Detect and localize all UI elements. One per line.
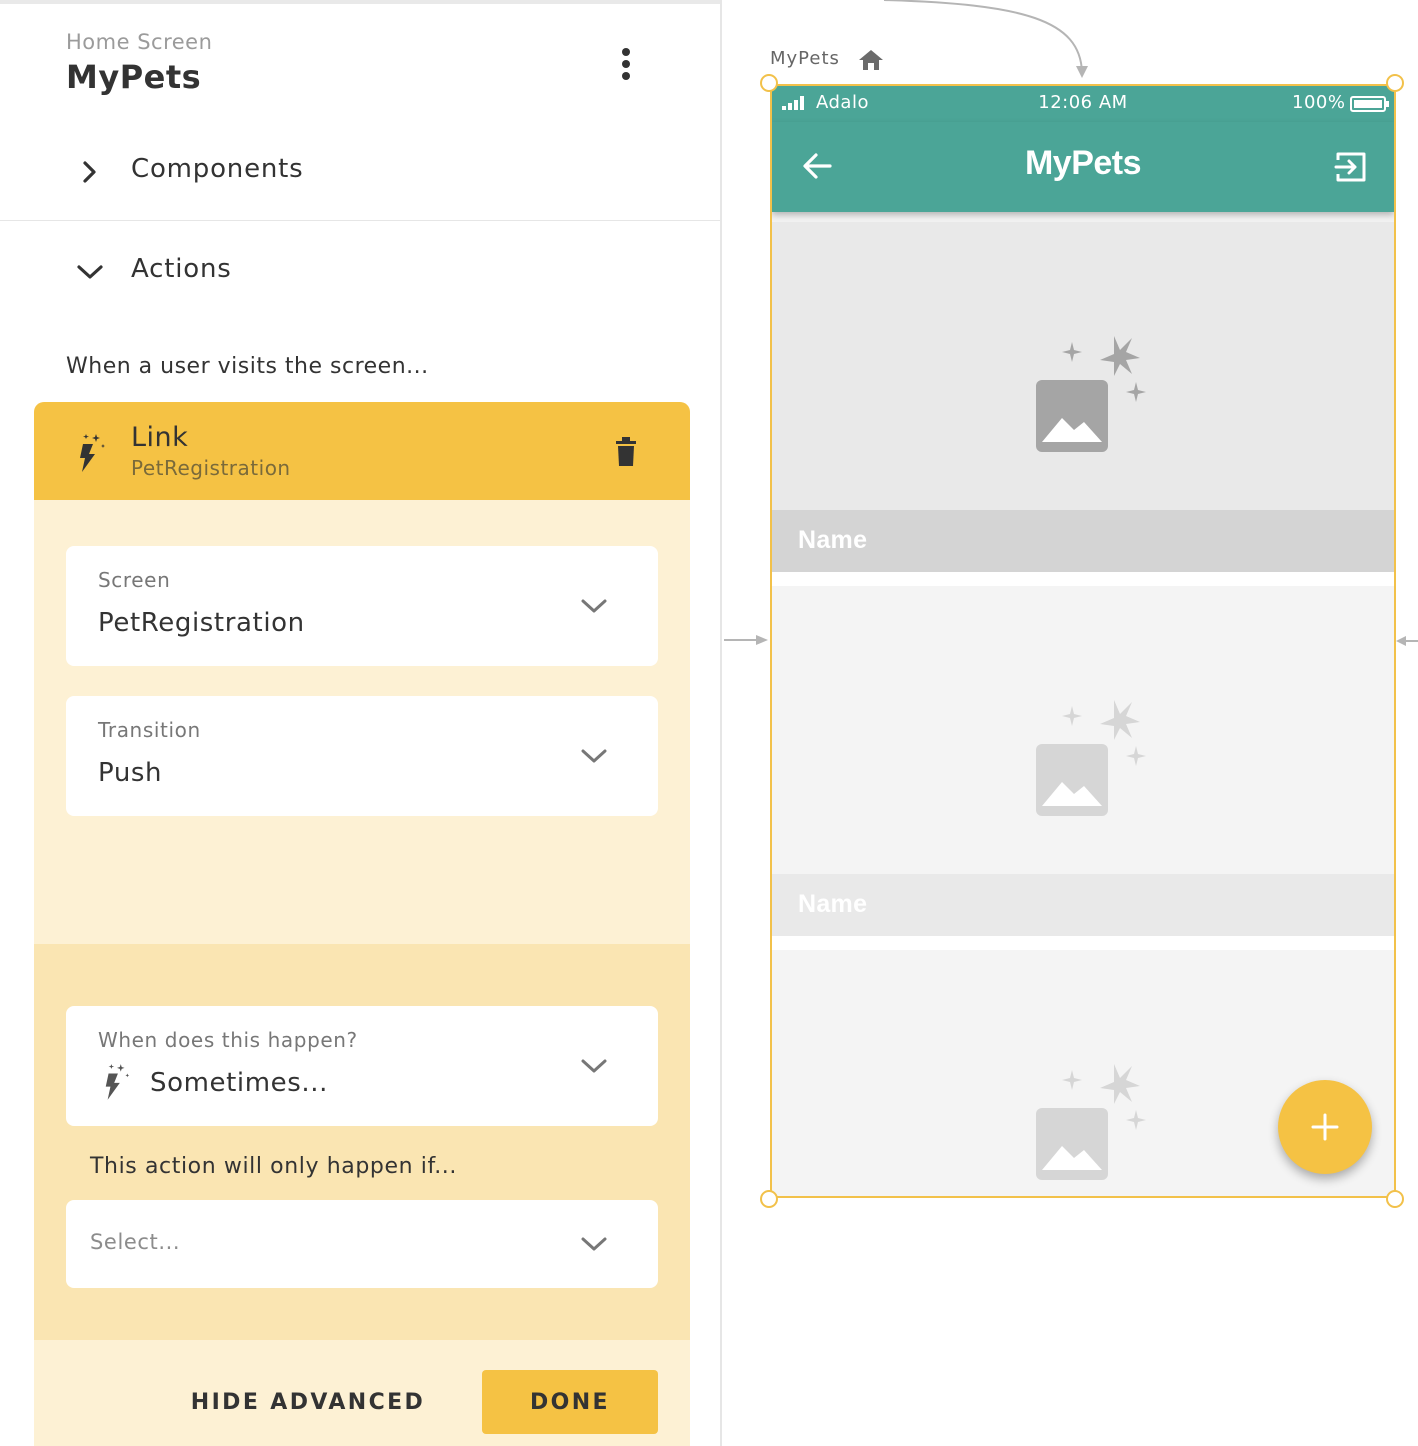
screen-title[interactable]: MyPets — [66, 58, 201, 96]
image-placeholder — [772, 586, 1394, 874]
image-placeholder-icon — [1036, 700, 1146, 816]
more-options-button[interactable] — [614, 44, 638, 84]
chevron-down-icon — [581, 1059, 607, 1073]
signal-icon — [782, 96, 804, 110]
resize-handle-bottom-right[interactable] — [1386, 1190, 1404, 1208]
battery-percent: 100% — [1292, 92, 1346, 113]
components-section-toggle[interactable]: Components — [0, 142, 720, 202]
advanced-options: When does this happen? Sometimes... This… — [34, 944, 690, 1340]
action-card: Link PetRegistration Screen PetRegistrat… — [34, 402, 690, 1446]
screen-subtitle: Home Screen — [66, 30, 213, 54]
list-separator — [772, 572, 1394, 586]
resize-handle-bottom-left[interactable] — [760, 1190, 778, 1208]
carrier-name: Adalo — [816, 92, 869, 113]
condition-description: This action will only happen if... — [90, 1154, 457, 1179]
canvas-screen-name[interactable]: MyPets — [770, 48, 840, 69]
screen-settings-panel: Home Screen MyPets Components Actions Wh… — [0, 0, 722, 1446]
resize-handle-top-left[interactable] — [760, 74, 778, 92]
chevron-down-icon — [581, 749, 607, 763]
screen-dropdown[interactable]: Screen PetRegistration — [66, 546, 658, 666]
when-dropdown-label: When does this happen? — [98, 1028, 358, 1052]
hide-advanced-button[interactable]: HIDE ADVANCED — [184, 1386, 432, 1418]
image-placeholder — [772, 222, 1394, 510]
trash-icon[interactable] — [612, 436, 640, 468]
plus-icon — [1311, 1113, 1339, 1141]
logout-icon[interactable] — [1334, 150, 1368, 184]
magic-bolt-icon — [80, 434, 105, 472]
action-type: Link — [131, 422, 189, 453]
condition-select-placeholder: Select... — [90, 1230, 181, 1254]
home-icon — [859, 50, 883, 70]
status-bar: Adalo 12:06 AM 100% — [772, 86, 1394, 122]
transition-dropdown[interactable]: Transition Push — [66, 696, 658, 816]
transition-dropdown-value: Push — [98, 758, 163, 788]
chevron-right-icon — [83, 161, 96, 183]
screen-dropdown-value: PetRegistration — [98, 608, 305, 638]
app-bar-title: MyPets — [1024, 144, 1142, 182]
action-card-header[interactable]: Link PetRegistration — [34, 402, 690, 500]
chevron-down-icon — [581, 1237, 607, 1251]
item-name: Name — [798, 526, 868, 554]
item-name: Name — [798, 890, 868, 918]
chevron-down-icon — [581, 599, 607, 613]
name-bar: Name — [772, 874, 1394, 936]
when-dropdown[interactable]: When does this happen? Sometimes... — [66, 1006, 658, 1126]
condition-select[interactable]: Select... — [66, 1200, 658, 1288]
screen-dropdown-label: Screen — [98, 568, 171, 592]
kebab-icon — [622, 48, 630, 56]
done-button[interactable]: DONE — [482, 1370, 658, 1434]
trigger-description: When a user visits the screen... — [66, 354, 429, 379]
battery-icon — [1350, 96, 1389, 112]
add-fab-button[interactable] — [1278, 1080, 1372, 1174]
actions-section-label: Actions — [131, 254, 232, 284]
resize-handle-top-right[interactable] — [1386, 74, 1404, 92]
section-divider — [0, 220, 720, 221]
builder-canvas[interactable]: MyPets Adalo 12:06 AM 100% MyPets Name N… — [724, 0, 1418, 1446]
name-bar: Name — [772, 510, 1394, 572]
image-placeholder-icon — [1036, 1064, 1146, 1180]
list-item[interactable]: Name — [772, 222, 1394, 572]
list-item[interactable]: Name — [772, 586, 1394, 936]
list-separator — [772, 936, 1394, 950]
action-target: PetRegistration — [131, 456, 291, 480]
magic-bolt-icon — [105, 1064, 130, 1100]
phone-screen-preview[interactable]: Adalo 12:06 AM 100% MyPets Name Name — [770, 84, 1396, 1198]
app-bar: MyPets — [772, 122, 1394, 212]
actions-section-toggle[interactable]: Actions — [0, 242, 720, 302]
status-time: 12:06 AM — [1038, 92, 1128, 113]
image-placeholder-icon — [1036, 336, 1146, 452]
chevron-down-icon — [77, 265, 103, 279]
components-section-label: Components — [131, 154, 304, 184]
when-dropdown-value: Sometimes... — [150, 1068, 329, 1098]
transition-dropdown-label: Transition — [98, 718, 201, 742]
